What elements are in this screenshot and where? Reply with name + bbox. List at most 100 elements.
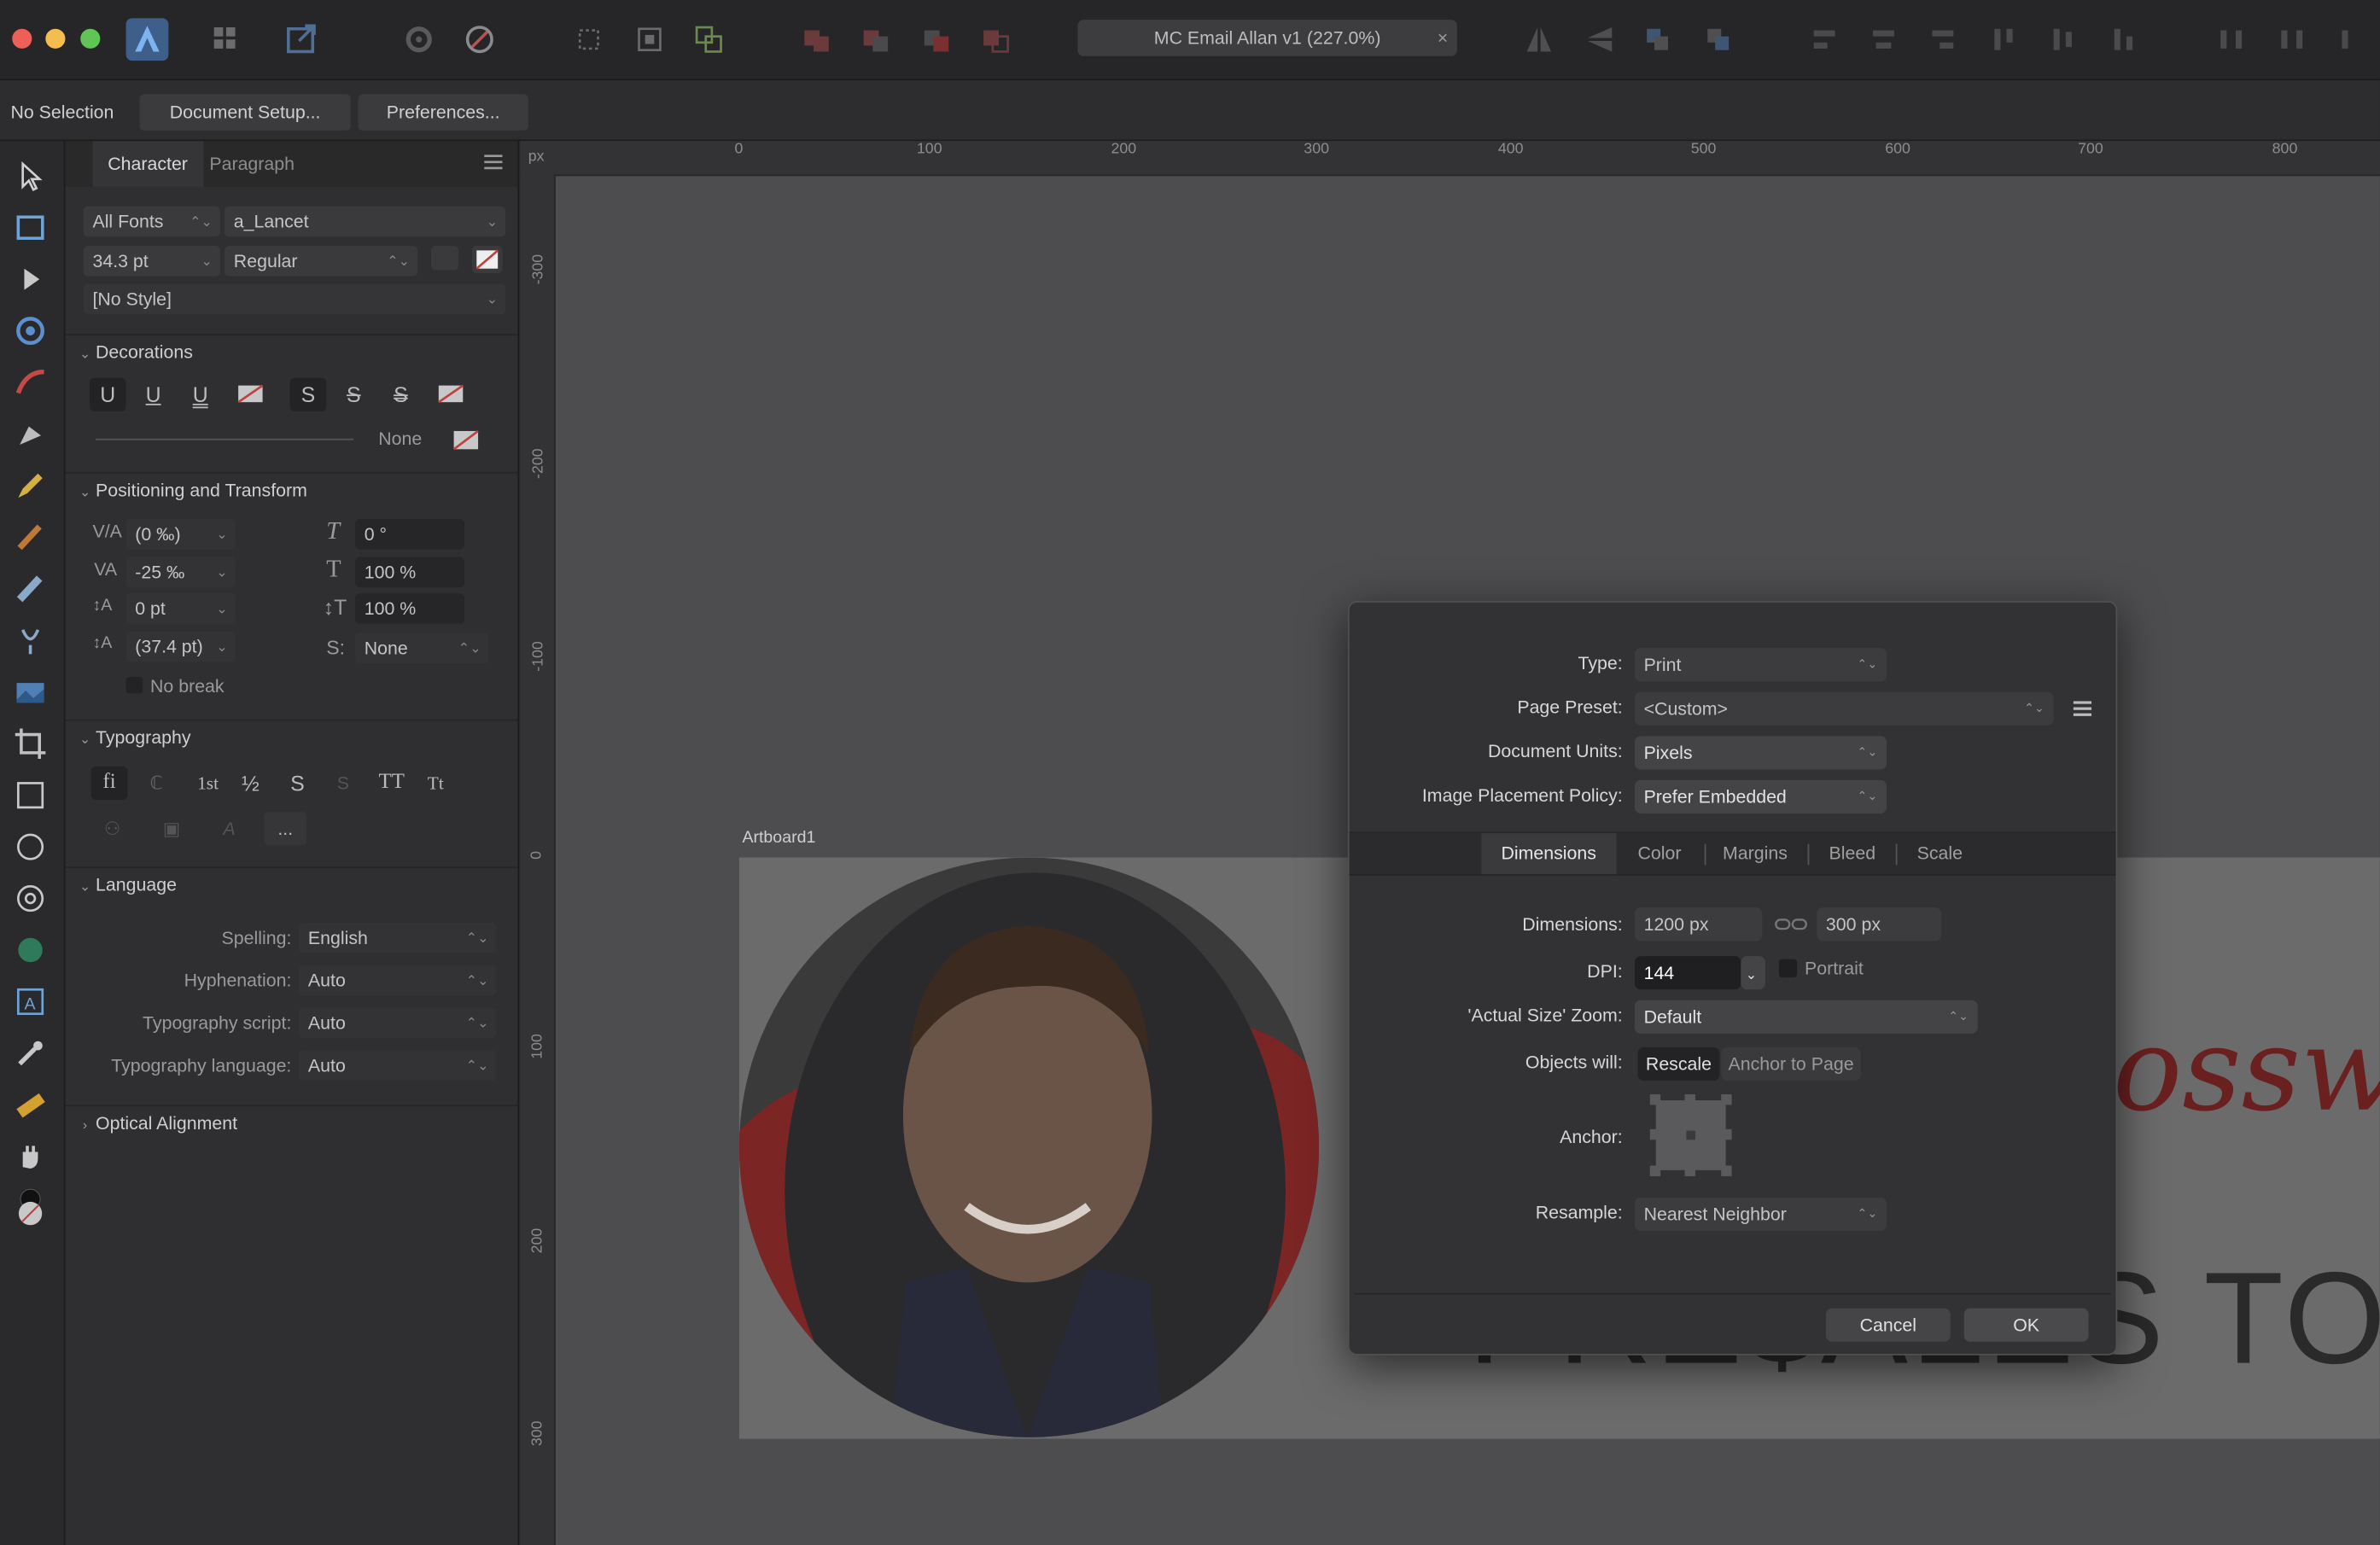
preferences-button[interactable]: Preferences... xyxy=(358,94,528,131)
hyphenation-select[interactable]: Auto ⌃⌄ xyxy=(299,965,497,996)
boolean-divide-icon[interactable] xyxy=(974,18,1017,61)
contextual-alternates-button[interactable]: ⚇ xyxy=(94,812,131,845)
node-tool-icon[interactable] xyxy=(10,259,50,299)
close-window-button[interactable] xyxy=(12,28,32,49)
align-center-icon[interactable] xyxy=(1863,18,1905,61)
font-style-select[interactable]: Regular ⌃⌄ xyxy=(225,246,417,277)
strikethrough-button[interactable]: S xyxy=(289,377,327,411)
typography-script-select[interactable]: Auto ⌃⌄ xyxy=(299,1007,497,1039)
ellipse-tool-icon[interactable] xyxy=(10,827,50,866)
horizontal-ruler[interactable]: px 0 100 200 300 400 500 600 700 800 xyxy=(520,141,2380,177)
type-select[interactable]: Print ⌃⌄ xyxy=(1634,648,1887,682)
image-placement-select[interactable]: Prefer Embedded ⌃⌄ xyxy=(1634,779,1887,814)
double-underline-button[interactable]: U xyxy=(135,378,172,411)
swash-button[interactable]: S xyxy=(324,767,361,800)
snapping-icon[interactable] xyxy=(458,18,501,61)
flip-vertical-icon[interactable] xyxy=(1578,18,1621,61)
boolean-add-icon[interactable] xyxy=(796,18,838,61)
rescale-button[interactable]: Rescale xyxy=(1637,1047,1720,1081)
optical-alignment-section-header[interactable]: › Optical Alignment xyxy=(65,1105,518,1140)
place-image-tool-icon[interactable] xyxy=(10,673,50,712)
kerning-field[interactable]: (0 ‰) ⌄ xyxy=(125,519,236,550)
height-field[interactable]: 300 px xyxy=(1817,907,1942,942)
link-dimensions-icon[interactable] xyxy=(1774,917,1807,932)
discretionary-ligatures-button[interactable]: ℂ xyxy=(138,767,175,800)
arrange-front-icon[interactable] xyxy=(1697,18,1740,61)
page-preset-select[interactable]: <Custom> ⌃⌄ xyxy=(1634,691,2054,726)
text-color-swatch[interactable] xyxy=(430,246,458,271)
paint-brush-tool-icon[interactable] xyxy=(10,569,50,609)
minimize-window-button[interactable] xyxy=(45,28,66,49)
portrait-checkbox[interactable] xyxy=(1778,959,1798,978)
distribute-vertical-icon[interactable] xyxy=(2271,18,2313,61)
ligatures-button[interactable]: fi xyxy=(90,766,128,801)
horizontal-scale-field[interactable]: 100 % xyxy=(355,593,465,624)
align-objects-icon[interactable] xyxy=(687,18,730,61)
width-field[interactable]: 1200 px xyxy=(1634,907,1763,942)
pen-tool-icon[interactable] xyxy=(10,414,50,453)
vector-brush-tool-icon[interactable] xyxy=(10,517,50,557)
document-units-select[interactable]: Pixels ⌃⌄ xyxy=(1634,736,1887,770)
tab-bleed[interactable]: Bleed xyxy=(1829,833,1875,874)
baseline-shift-field[interactable]: 0 pt ⌄ xyxy=(125,593,236,624)
flip-horizontal-icon[interactable] xyxy=(1518,18,1560,61)
export-persona-icon[interactable] xyxy=(281,18,324,61)
resample-select[interactable]: Nearest Neighbor ⌃⌄ xyxy=(1634,1197,1887,1231)
align-right-icon[interactable] xyxy=(1922,18,1964,61)
designer-persona-icon[interactable] xyxy=(125,18,169,61)
tab-margins[interactable]: Margins xyxy=(1723,833,1788,874)
typography-language-select[interactable]: Auto ⌃⌄ xyxy=(299,1050,497,1081)
tracking-field[interactable]: -25 ‰ ⌄ xyxy=(125,557,236,588)
anchor-grid[interactable] xyxy=(1649,1093,1732,1176)
align-middle-icon[interactable] xyxy=(2041,18,2084,61)
artboard-tool-icon[interactable] xyxy=(10,208,50,248)
bounding-box-icon[interactable] xyxy=(628,18,671,61)
text-style-select[interactable]: [No Style] ⌄ xyxy=(83,283,506,315)
strikethrough-alt-button[interactable]: S xyxy=(382,378,419,411)
vertical-scale-field[interactable]: 100 % xyxy=(355,557,465,588)
pencil-tool-icon[interactable] xyxy=(10,466,50,505)
boolean-intersect-icon[interactable] xyxy=(915,18,958,61)
tab-scale[interactable]: Scale xyxy=(1917,833,1963,874)
rectangle-tool-icon[interactable] xyxy=(10,776,50,815)
leading-field[interactable]: (37.4 pt) ⌄ xyxy=(125,631,236,662)
hand-tool-icon[interactable] xyxy=(10,1137,50,1176)
ok-button[interactable]: OK xyxy=(1963,1308,2089,1342)
fill-tool-icon[interactable] xyxy=(10,621,50,660)
color-picker-tool-icon[interactable] xyxy=(10,1034,50,1073)
decoration-color-swatch[interactable] xyxy=(451,427,481,454)
decorations-section-header[interactable]: ⌄ Decorations xyxy=(65,334,518,369)
text-highlight-swatch[interactable] xyxy=(471,246,503,274)
close-document-icon[interactable]: × xyxy=(1438,20,1448,56)
superscript-select[interactable]: None ⌃⌄ xyxy=(355,633,489,663)
spelling-select[interactable]: English ⌃⌄ xyxy=(299,923,497,953)
shear-field[interactable]: 0 ° xyxy=(355,519,465,550)
underline-accounting-button[interactable]: U xyxy=(182,378,219,411)
double-strikethrough-button[interactable]: S xyxy=(335,378,372,411)
dpi-dropdown[interactable]: ⌄ xyxy=(1741,956,1765,990)
panel-menu-icon[interactable] xyxy=(484,154,503,172)
fill-stroke-swatch-icon[interactable] xyxy=(10,1188,50,1255)
preset-menu-icon[interactable] xyxy=(2073,700,2092,718)
no-break-checkbox[interactable] xyxy=(125,676,143,694)
crop-tool-icon[interactable] xyxy=(10,724,50,763)
anchor-to-page-button[interactable]: Anchor to Page xyxy=(1721,1047,1861,1081)
corner-tool-icon[interactable] xyxy=(10,311,50,350)
settings-gear-icon[interactable] xyxy=(398,18,440,61)
font-collection-select[interactable]: All Fonts ⌃⌄ xyxy=(83,206,220,237)
zoom-window-button[interactable] xyxy=(80,28,101,49)
shape-builder-tool-icon[interactable] xyxy=(10,930,50,970)
tab-character[interactable]: Character xyxy=(92,141,203,187)
ordinals-button[interactable]: 1st xyxy=(185,767,230,800)
language-section-header[interactable]: ⌄ Language xyxy=(65,866,518,901)
stylistic-alternates-button[interactable]: S xyxy=(279,767,316,800)
document-setup-button[interactable]: Document Setup... xyxy=(139,94,351,131)
align-left-icon[interactable] xyxy=(1803,18,1846,61)
document-title-tab[interactable]: MC Email Allan v1 (227.0%) × xyxy=(1077,20,1457,56)
text-tool-icon[interactable]: A xyxy=(10,982,50,1021)
transform-selection-icon[interactable] xyxy=(568,18,610,61)
fractions-button[interactable]: ½ xyxy=(232,767,269,800)
space-evenly-icon[interactable] xyxy=(2331,18,2374,61)
donut-tool-icon[interactable] xyxy=(10,878,50,918)
more-typography-button[interactable]: ... xyxy=(264,812,307,846)
